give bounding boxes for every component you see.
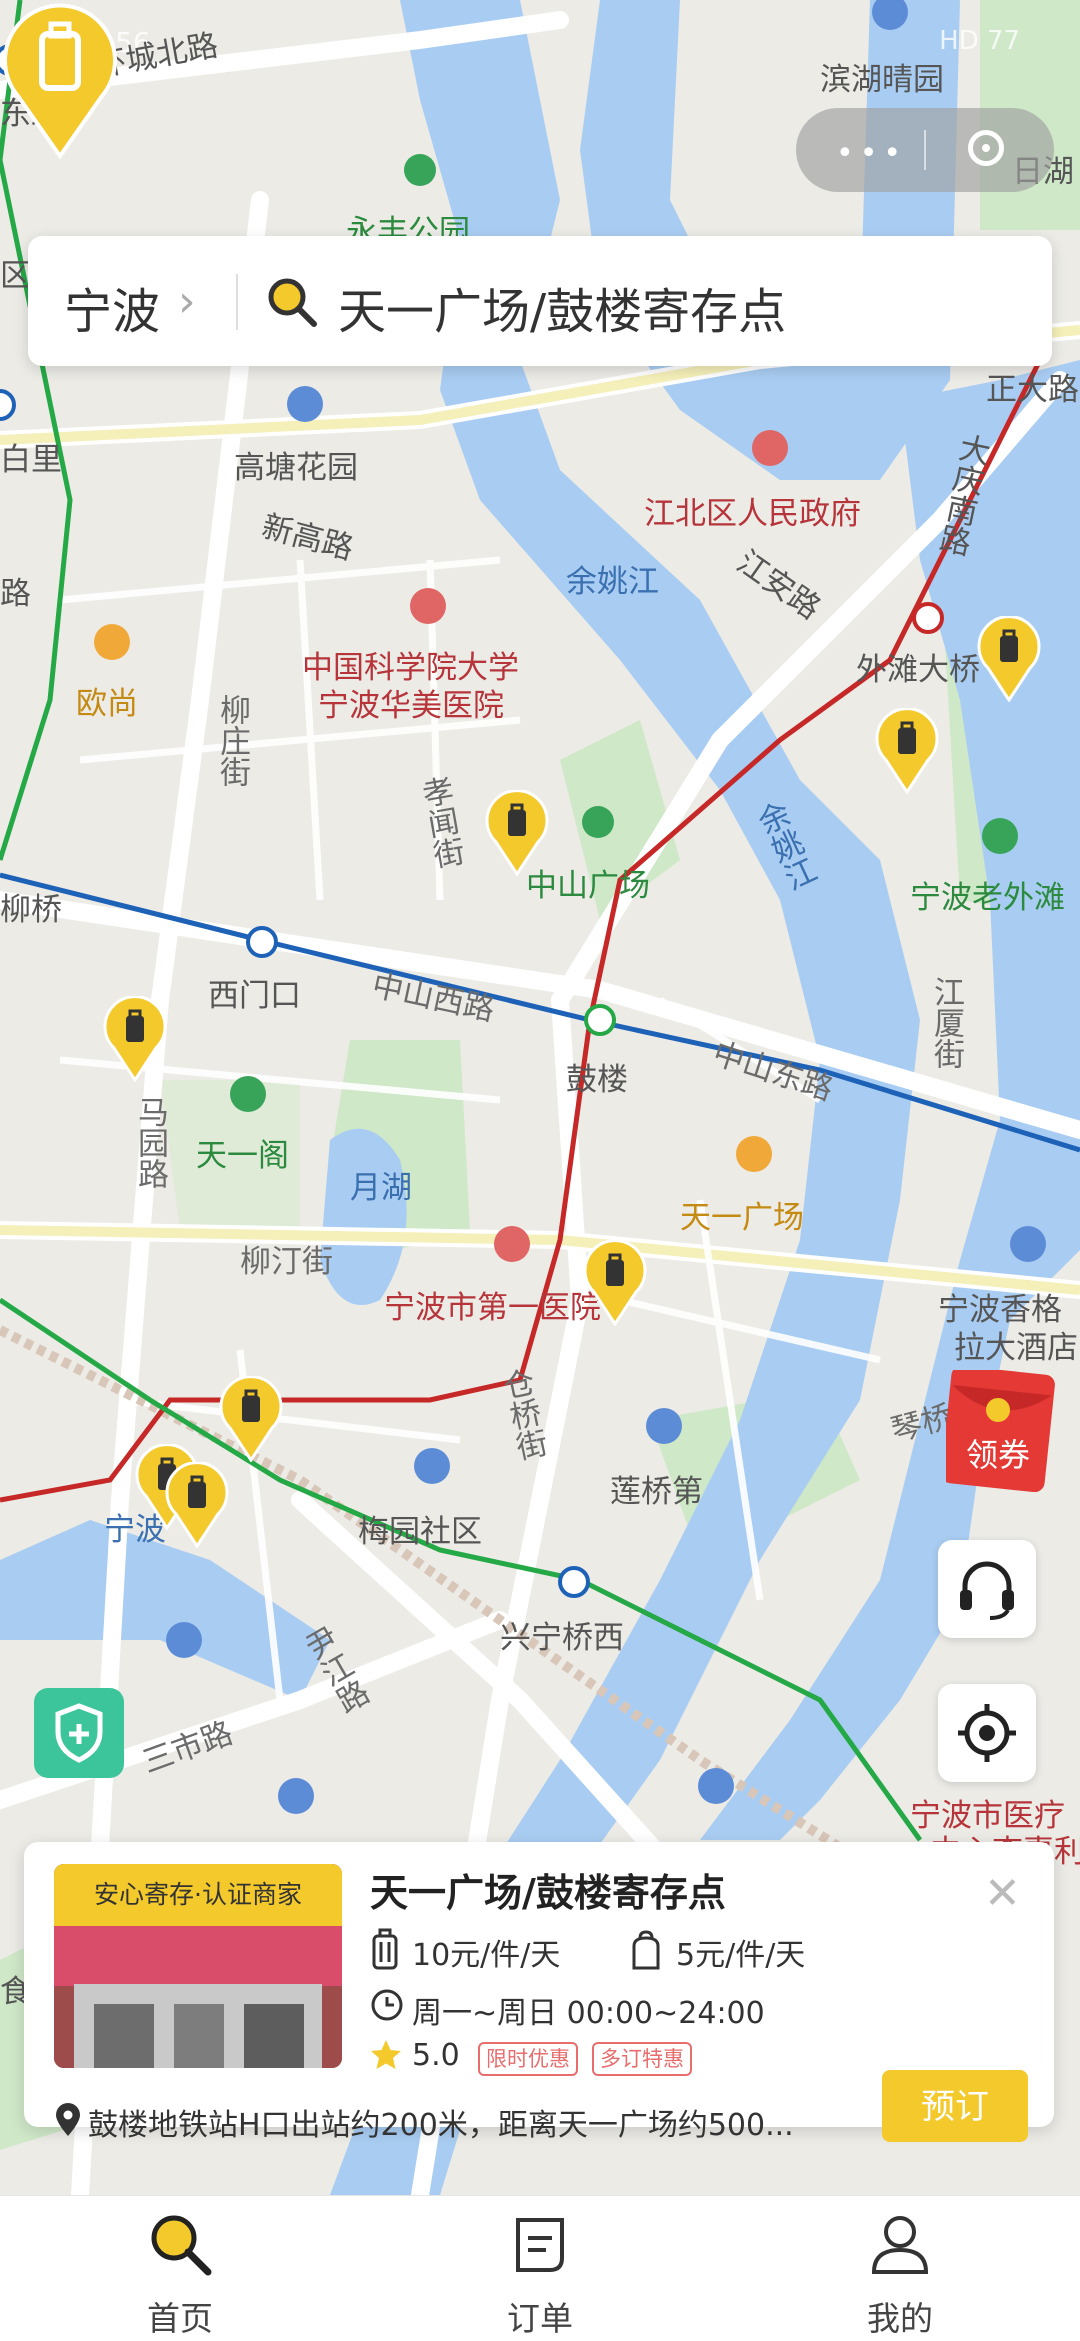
order-icon <box>516 2218 564 2272</box>
close-card-icon[interactable]: ✕ <box>984 1868 1021 1919</box>
headset-icon <box>960 1561 1014 1620</box>
map-label: 梅园社区 <box>358 1514 482 1550</box>
star-icon <box>371 2040 401 2069</box>
storage-pin[interactable] <box>874 708 940 794</box>
book-button[interactable]: 预订 <box>882 2070 1028 2142</box>
map-label: 正大路 <box>986 372 1079 408</box>
storage-point-card[interactable]: 安心寄存·认证商家 天一广场/鼓楼寄存点 ✕ 10元/件/天 5元/件/天 周一… <box>24 1842 1054 2143</box>
status-icons: HD 77 <box>939 26 1020 56</box>
map-label: 西门口 <box>208 978 301 1014</box>
rating-value: 5.0 <box>412 2038 460 2073</box>
map-label: 天一广场 <box>680 1200 804 1236</box>
map-label: 江北区人民政府 <box>644 496 861 532</box>
search-input[interactable]: 天一广场/鼓楼寄存点 <box>338 272 786 342</box>
map-label: 莲桥第 <box>610 1474 703 1510</box>
bottom-tab-bar: 首页 订单 我的 <box>0 2195 1080 2341</box>
user-icon <box>871 2216 929 2274</box>
tab-profile[interactable]: 我的 <box>800 2196 1000 2341</box>
customer-service-button[interactable] <box>938 1540 1036 1638</box>
tab-orders[interactable]: 订单 <box>440 2196 640 2341</box>
chevron-right-icon: › <box>178 276 196 327</box>
clock-icon <box>371 1989 403 2021</box>
storage-point-name: 天一广场/鼓楼寄存点 <box>370 1871 726 1915</box>
city-selector[interactable]: 宁波 <box>64 272 160 342</box>
tab-label: 我的 <box>867 2299 933 2338</box>
storage-pin[interactable] <box>164 1462 230 1548</box>
map-label: 路 <box>0 576 31 612</box>
map-label: 柳桥 <box>0 892 62 928</box>
map-label: 鼓楼 <box>566 1062 628 1098</box>
promo-tag: 限时优惠 <box>478 2042 578 2076</box>
capsule-divider <box>924 130 926 170</box>
storage-pin[interactable] <box>102 996 168 1082</box>
search-icon <box>268 278 317 327</box>
large-luggage-price: 10元/件/天 <box>412 1938 561 1973</box>
tab-label: 订单 <box>507 2299 573 2338</box>
small-bag-price: 5元/件/天 <box>676 1938 806 1973</box>
storage-point-address: 鼓楼地铁站H口出站约200米，距离天一广场约500... <box>88 2108 794 2143</box>
map-label: 白里 <box>0 442 62 478</box>
map-label: 余姚江 <box>566 564 659 600</box>
coupon-label: 领券 <box>966 1436 1030 1474</box>
map-label: 外滩大桥 <box>856 652 980 688</box>
storage-pin[interactable] <box>976 616 1042 702</box>
map-label: 天一阁 <box>196 1138 289 1174</box>
locate-button[interactable] <box>938 1684 1036 1782</box>
map-label: 兴宁桥西 <box>500 1620 624 1656</box>
close-icon[interactable] <box>968 130 1004 166</box>
small-bag-icon <box>632 1930 660 1970</box>
selected-storage-pin[interactable] <box>0 0 120 160</box>
map-label: 滨湖晴园 <box>820 62 944 98</box>
certified-merchant-badge: 安心寄存·认证商家 <box>54 1864 342 1926</box>
miniprogram-capsule: ••• <box>796 108 1054 192</box>
storage-pin[interactable] <box>484 790 550 876</box>
locate-icon <box>958 1704 1016 1762</box>
map-label: 宁波华美医院 <box>318 688 504 724</box>
tab-home[interactable]: 首页 <box>80 2196 280 2341</box>
promo-tag: 多订特惠 <box>592 2042 692 2076</box>
map-label: 马园路 <box>132 1096 168 1189</box>
map-label: 月湖 <box>350 1170 412 1206</box>
storage-pin[interactable] <box>582 1240 648 1326</box>
shield-icon <box>55 1703 103 1763</box>
map-label: 柳庄街 <box>214 694 250 787</box>
map-label: 高塘花园 <box>234 450 358 486</box>
map-label: 宁波老外滩 <box>910 880 1065 916</box>
map-label: 区 <box>0 258 31 294</box>
map-label: 柳汀街 <box>240 1244 333 1280</box>
large-luggage-icon <box>372 1928 398 1970</box>
opening-hours: 周一~周日 00:00~24:00 <box>412 1996 765 2031</box>
storage-point-photo: 安心寄存·认证商家 <box>54 1864 342 2068</box>
insurance-button[interactable] <box>34 1688 124 1778</box>
tab-label: 首页 <box>147 2299 213 2338</box>
storage-pin[interactable] <box>218 1376 284 1462</box>
location-icon <box>56 2103 80 2136</box>
map-label: 拉大酒店 <box>954 1330 1078 1366</box>
search-bar: 宁波 › 天一广场/鼓楼寄存点 <box>28 236 1052 366</box>
search-icon <box>151 2215 212 2276</box>
search-divider <box>236 274 238 330</box>
map-label: 江厦街 <box>928 976 964 1069</box>
map-label: 欧尚 <box>76 686 138 722</box>
more-icon[interactable]: ••• <box>836 136 907 171</box>
map-label: 宁波市第一医院 <box>384 1290 601 1326</box>
coupon-button[interactable]: 领券 <box>946 1370 1056 1492</box>
